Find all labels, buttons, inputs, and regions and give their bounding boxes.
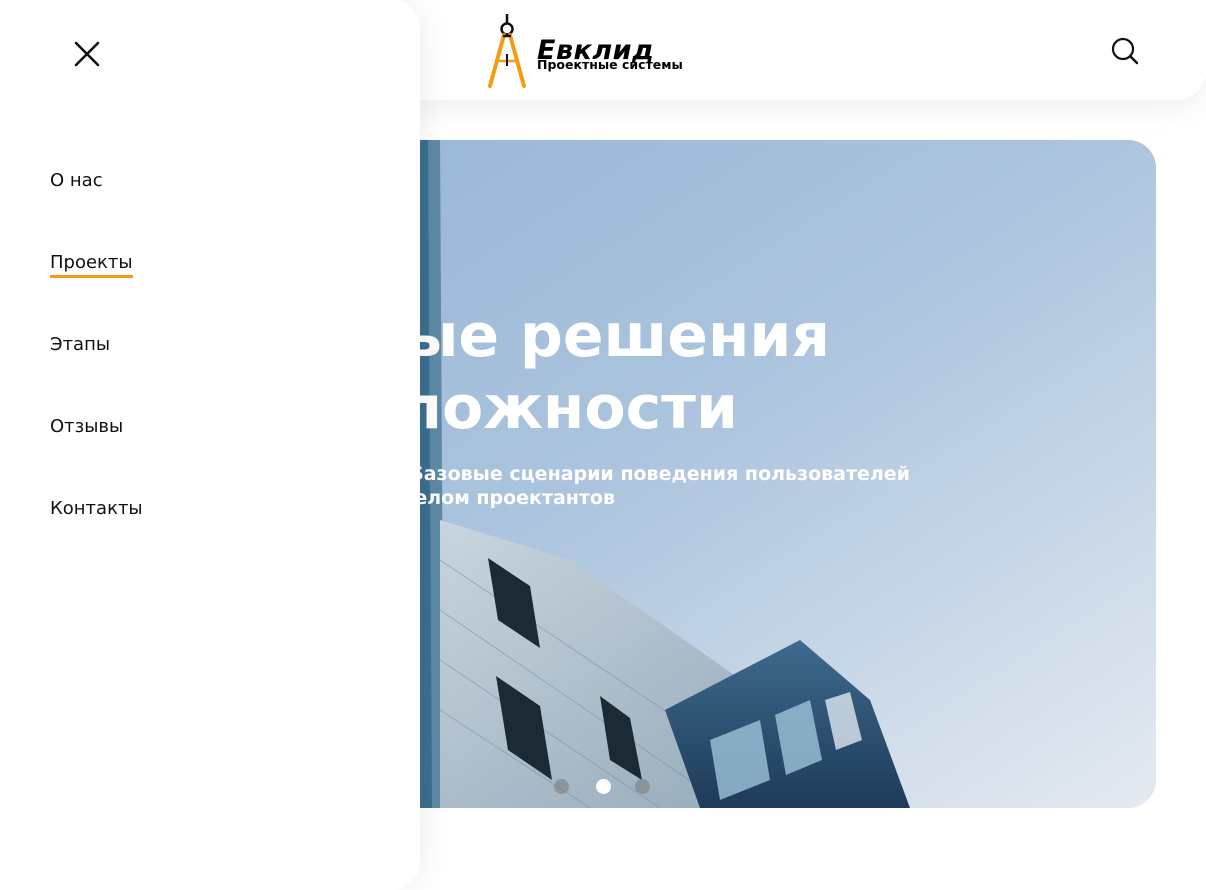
slider-dot-3[interactable]: [635, 779, 650, 794]
menu-item-projects[interactable]: Проекты: [50, 252, 133, 278]
close-icon[interactable]: [73, 40, 101, 68]
menu-item-about[interactable]: О нас: [50, 170, 103, 192]
slider-dot-1[interactable]: [554, 779, 569, 794]
logo[interactable]: Евклид Проектные системы: [486, 14, 726, 88]
menu-item-reviews[interactable]: Отзывы: [50, 416, 123, 438]
compass-logo-icon: [488, 14, 526, 88]
slider-dot-2[interactable]: [596, 779, 611, 794]
side-menu: О нас Проекты Этапы Отзывы Контакты: [0, 0, 420, 890]
menu-item-contacts[interactable]: Контакты: [50, 498, 143, 520]
search-icon[interactable]: [1110, 36, 1140, 66]
menu-item-stages[interactable]: Этапы: [50, 334, 110, 356]
brand-tagline: Проектные системы: [537, 57, 683, 72]
